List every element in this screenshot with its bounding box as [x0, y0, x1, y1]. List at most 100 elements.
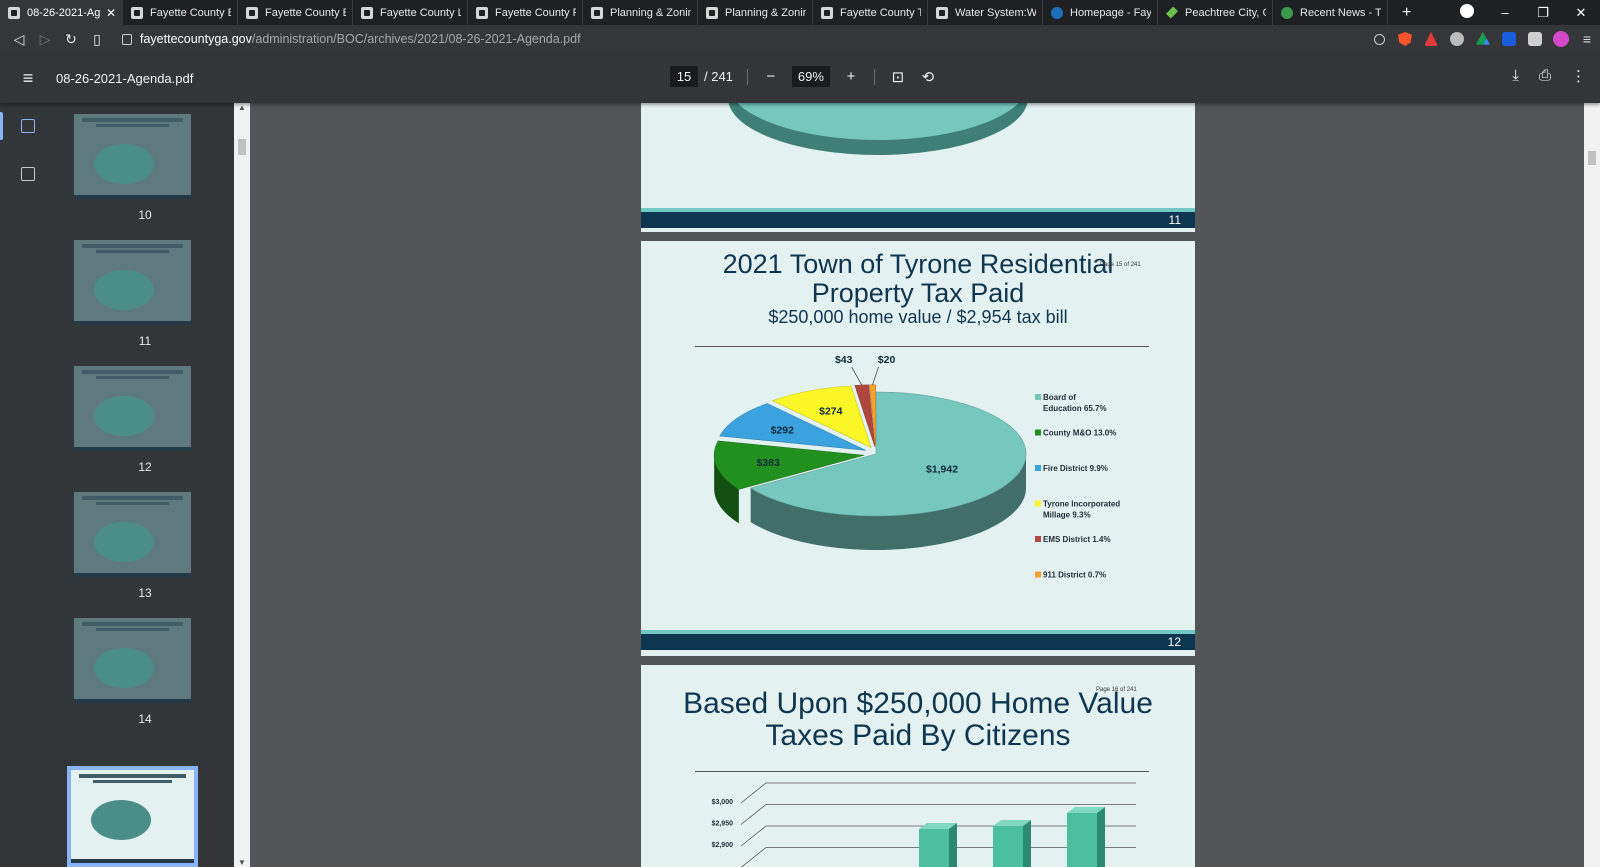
- document-viewport[interactable]: 11 2021 Town of Tyrone Residential Prope…: [250, 103, 1584, 867]
- browser-menu-icon[interactable]: ≡: [1574, 31, 1600, 47]
- thumbnail-view-icon[interactable]: [21, 119, 35, 133]
- brave-shield-icon[interactable]: [1392, 32, 1418, 46]
- outline-view-icon[interactable]: [21, 167, 35, 181]
- scroll-down-arrow-icon[interactable]: ▼: [238, 858, 246, 867]
- legend-entry: Millage 9.3%: [1043, 511, 1091, 520]
- rotate-icon[interactable]: ⟲: [919, 68, 937, 86]
- sidebar-menu-icon[interactable]: ≡: [0, 68, 56, 89]
- pdf-page-controls: 15 / 241 − 69% + ⊡ ⟲: [670, 66, 937, 87]
- forward-button[interactable]: ▷: [32, 31, 58, 48]
- pdf-icon: [131, 6, 143, 19]
- zoom-out-button[interactable]: −: [762, 68, 780, 85]
- browser-tab[interactable]: 08-26-2021-Ag ✕: [0, 0, 123, 25]
- page-thumbnail[interactable]: [74, 618, 191, 703]
- page-thumbnail[interactable]: [67, 766, 198, 867]
- scroll-thumb[interactable]: [238, 139, 246, 155]
- browser-tab[interactable]: Planning & Zoning: [583, 0, 698, 25]
- y-tick-label: $2,950: [712, 821, 734, 828]
- document-title: 08-26-2021-Agenda.pdf: [56, 70, 194, 86]
- browser-tab[interactable]: Fayette County Lib: [353, 0, 468, 25]
- grid-line: [740, 782, 1136, 804]
- browser-tab[interactable]: Peachtree City, GA: [1158, 0, 1273, 25]
- bar-side: [1023, 820, 1031, 867]
- legend-swatch: [1035, 429, 1041, 436]
- bitwarden-icon[interactable]: [1496, 32, 1522, 46]
- fit-page-icon[interactable]: ⊡: [889, 68, 907, 86]
- tab-title: Recent News - Tow: [1300, 6, 1381, 19]
- more-options-icon[interactable]: ⋮: [1571, 67, 1586, 85]
- profile-avatar[interactable]: [1548, 31, 1574, 47]
- slide-subtitle: $250,000 home value / $2,954 tax bill: [768, 307, 1068, 327]
- browser-tab[interactable]: Fayette County Tra: [813, 0, 928, 25]
- prev-pie-fragment: [728, 103, 1028, 155]
- thumbnail-scrollbar[interactable]: ▲ ▼: [234, 103, 250, 867]
- browser-tab[interactable]: Fayette County Bo: [238, 0, 353, 25]
- restore-button[interactable]: ❐: [1524, 5, 1562, 21]
- scroll-thumb[interactable]: [1588, 151, 1596, 165]
- brave-rewards-icon[interactable]: [1418, 32, 1444, 46]
- globe-icon: [1051, 6, 1063, 19]
- pdf-icon: [8, 6, 20, 19]
- url-field[interactable]: fayettecountyga.gov/administration/BOC/a…: [122, 32, 581, 46]
- close-tab-icon[interactable]: ✕: [106, 6, 116, 20]
- thumbnail-page-number: 13: [138, 586, 152, 600]
- address-bar: ◁ ▷ ↻ ▯ fayettecountyga.gov/administrati…: [0, 25, 1600, 53]
- browser-tab[interactable]: Planning & Zoning: [698, 0, 813, 25]
- browser-tab[interactable]: Water System:Wate: [928, 0, 1043, 25]
- tab-title: Fayette County Tra: [840, 6, 921, 19]
- download-icon[interactable]: ⤓: [1512, 67, 1519, 85]
- data-label: $20: [878, 354, 896, 366]
- zoom-icon[interactable]: [1366, 33, 1392, 45]
- browser-tab[interactable]: Fayette County Bo: [123, 0, 238, 25]
- y-tick-label: $3,000: [712, 799, 734, 806]
- thumbnail-page-number: 10: [138, 208, 152, 222]
- next-bar-chart-fragment: $3,000 $2,950 $2,900: [712, 782, 1136, 867]
- tab-title: Fayette County Rec: [495, 6, 576, 19]
- extensions-puzzle-icon[interactable]: [1522, 32, 1548, 46]
- zoom-in-button[interactable]: +: [842, 68, 860, 85]
- scroll-up-arrow-icon[interactable]: ▲: [238, 103, 246, 112]
- tab-title: Water System:Wate: [955, 6, 1036, 19]
- browser-tab[interactable]: Fayette County Rec: [468, 0, 583, 25]
- close-window-button[interactable]: ✕: [1562, 5, 1600, 21]
- new-tab-button[interactable]: +: [1402, 4, 1411, 22]
- print-icon[interactable]: ⎙: [1539, 67, 1551, 85]
- leader-line: [851, 366, 863, 386]
- leader-line: [872, 366, 879, 385]
- page-thumbnail[interactable]: [74, 366, 191, 451]
- page-number-input[interactable]: 15: [670, 66, 698, 87]
- document-scrollbar[interactable]: [1584, 103, 1600, 867]
- tab-title: Homepage - Fayett: [1070, 6, 1151, 19]
- tab-title: Fayette County Bo: [150, 6, 231, 19]
- slide-title: Based Upon $250,000 Home Value Taxes Pai…: [641, 688, 1195, 752]
- thumbnail-panel: 101112131415: [56, 103, 234, 867]
- pdf-icon: [246, 6, 258, 19]
- pdf-icon: [476, 6, 488, 19]
- page-thumbnail[interactable]: [74, 240, 191, 325]
- browser-tab[interactable]: Homepage - Fayett: [1043, 0, 1158, 25]
- reload-button[interactable]: ↻: [58, 31, 84, 48]
- sidebar-rail: [0, 103, 56, 867]
- title-rule: [695, 346, 1149, 347]
- bar: [993, 826, 1023, 867]
- browser-tab[interactable]: Recent News - Tow: [1273, 0, 1388, 25]
- minimize-button[interactable]: –: [1486, 5, 1524, 20]
- legend-entry: County M&O 13.0%: [1043, 429, 1116, 438]
- zoom-level-input[interactable]: 69%: [791, 66, 830, 87]
- tab-title: Fayette County Lib: [380, 6, 461, 19]
- cloud-extension-icon[interactable]: [1444, 32, 1470, 46]
- pdf-page-next: Page 16 of 241 Based Upon $250,000 Home …: [641, 665, 1195, 867]
- back-button[interactable]: ◁: [6, 31, 32, 48]
- pdf-icon: [936, 6, 948, 19]
- bookmark-icon[interactable]: ▯: [84, 31, 110, 48]
- drive-extension-icon[interactable]: [1470, 32, 1496, 46]
- page-thumbnail[interactable]: [74, 492, 191, 577]
- pdf-icon: [591, 6, 603, 19]
- slide-title-line2: Taxes Paid By Citizens: [765, 719, 1071, 752]
- downloads-icon[interactable]: [1448, 4, 1486, 21]
- leaf-icon: [1281, 6, 1293, 19]
- tab-title: Fayette County Bo: [265, 6, 346, 19]
- legend-entry: 911 District 0.7%: [1043, 571, 1106, 580]
- page-thumbnail[interactable]: [74, 114, 191, 199]
- y-tick-label: $2,900: [712, 842, 734, 849]
